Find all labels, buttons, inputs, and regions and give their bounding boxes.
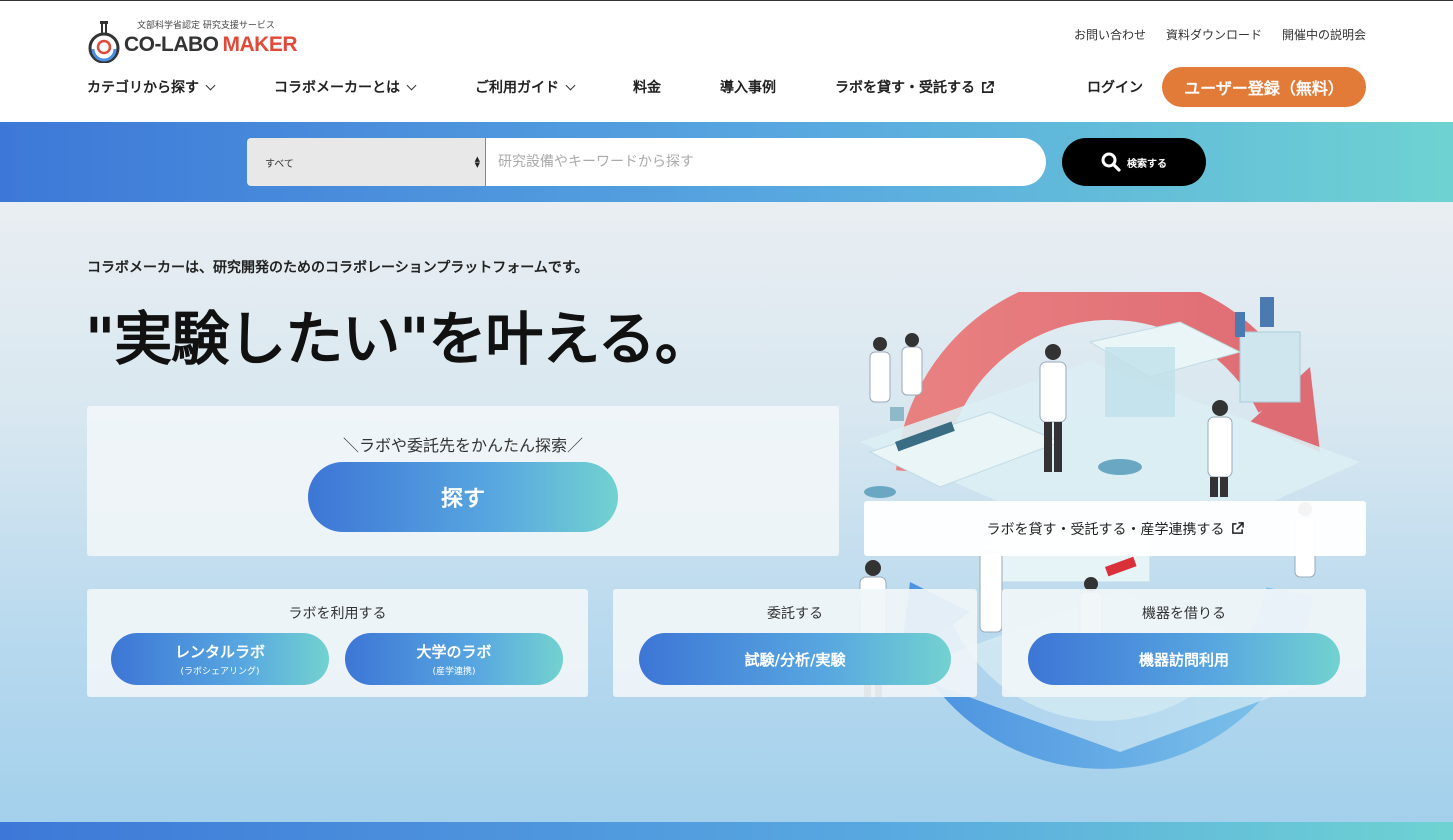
outsource-card: 委託する 試験/分析/実験: [613, 589, 977, 697]
select-arrows-icon: ▲ ▼: [474, 155, 480, 169]
category-select[interactable]: すべて ▲ ▼: [247, 138, 485, 186]
external-link-icon: [982, 80, 994, 93]
nav-category-label: カテゴリから探す: [87, 80, 199, 96]
search-button-label: 検索する: [1127, 158, 1167, 170]
lend-lab-label: ラボを貸す・受託する・産学連携する: [986, 521, 1225, 538]
search-icon: [1101, 152, 1121, 172]
nav-lend-lab-label: ラボを貸す・受託する: [835, 80, 975, 96]
search-card-label: ＼ラボや委託先をかんたん探索／: [342, 436, 583, 455]
test-analysis-button[interactable]: 試験/分析/実験: [639, 633, 951, 685]
university-lab-button[interactable]: 大学のラボ (産学連携): [345, 633, 563, 685]
test-analysis-label: 試験/分析/実験: [744, 650, 846, 669]
flask-logo-icon: [88, 21, 120, 63]
nav-about-label: コラボメーカーとは: [274, 80, 400, 96]
search-card: ＼ラボや委託先をかんたん探索／ 探す: [87, 406, 839, 556]
chevron-down-icon: [565, 80, 576, 90]
equipment-visit-label: 機器訪問利用: [1138, 650, 1229, 669]
find-button[interactable]: 探す: [308, 462, 618, 532]
site-header: 文部科学省認定 研究支援サービス CO-LABO MAKER お問い合わせ 資料ダ…: [0, 0, 1453, 122]
use-lab-card: ラボを利用する レンタルラボ (ラボシェアリング) 大学のラボ (産学連携): [87, 589, 588, 697]
university-lab-label: 大学のラボ: [416, 643, 492, 661]
outsource-title: 委託する: [767, 606, 823, 622]
site-logo[interactable]: 文部科学省認定 研究支援サービス CO-LABO MAKER: [87, 17, 297, 63]
lend-lab-card[interactable]: ラボを貸す・受託する・産学連携する: [864, 501, 1366, 556]
rent-equipment-card: 機器を借りる 機器訪問利用: [1002, 589, 1366, 697]
rental-lab-sublabel: (ラボシェアリング): [180, 667, 260, 677]
nav-cases[interactable]: 導入事例: [720, 77, 835, 97]
use-lab-title: ラボを利用する: [288, 606, 387, 622]
nav-pricing-label: 料金: [633, 80, 661, 96]
nav-about[interactable]: コラボメーカーとは: [274, 77, 475, 97]
rent-equipment-title: 機器を借りる: [1142, 606, 1226, 622]
search-input[interactable]: [486, 138, 1046, 186]
register-button[interactable]: ユーザー登録（無料）: [1162, 67, 1366, 107]
logo-colabo: CO-LABO: [124, 33, 219, 56]
utility-links: お問い合わせ 資料ダウンロード 開催中の説明会: [1074, 26, 1366, 43]
hero-tagline: コラボメーカーは、研究開発のためのコラボレーションプラットフォームです。: [87, 260, 589, 276]
logo-wordmark: CO-LABO MAKER: [124, 33, 297, 57]
chevron-down-icon: [205, 80, 216, 90]
bottom-band: [0, 822, 1453, 840]
nav-pricing[interactable]: 料金: [633, 77, 720, 97]
category-select-value: すべて: [265, 158, 294, 170]
nav-category[interactable]: カテゴリから探す: [87, 77, 274, 97]
chevron-down-icon: [406, 80, 417, 90]
hero-section: コラボメーカーは、研究開発のためのコラボレーションプラットフォームです。 "実験…: [0, 202, 1453, 822]
university-lab-sublabel: (産学連携): [432, 667, 476, 677]
main-nav: カテゴリから探す コラボメーカーとは ご利用ガイド 料金 導入事例 ラボを貸す・…: [87, 77, 994, 97]
search-button[interactable]: 検索する: [1062, 138, 1206, 186]
nav-lend-lab[interactable]: ラボを貸す・受託する: [835, 77, 994, 97]
rental-lab-label: レンタルラボ: [174, 643, 265, 661]
rental-lab-button[interactable]: レンタルラボ (ラボシェアリング): [111, 633, 329, 685]
nav-guide-label: ご利用ガイド: [475, 80, 559, 96]
external-link-icon: [1231, 522, 1244, 534]
search-bar: すべて ▲▼ 検索する: [0, 122, 1453, 202]
equipment-visit-button[interactable]: 機器訪問利用: [1028, 633, 1340, 685]
nav-cases-label: 導入事例: [720, 80, 776, 96]
download-link[interactable]: 資料ダウンロード: [1166, 26, 1262, 43]
nav-guide[interactable]: ご利用ガイド: [475, 77, 633, 97]
logo-subtitle: 文部科学省認定 研究支援サービス: [137, 21, 275, 31]
hero-headline: "実験したい"を叶える。: [85, 305, 713, 373]
logo-maker: MAKER: [222, 33, 298, 56]
seminar-link[interactable]: 開催中の説明会: [1282, 26, 1366, 43]
login-link[interactable]: ログイン: [1087, 77, 1143, 97]
contact-link[interactable]: お問い合わせ: [1074, 26, 1146, 43]
